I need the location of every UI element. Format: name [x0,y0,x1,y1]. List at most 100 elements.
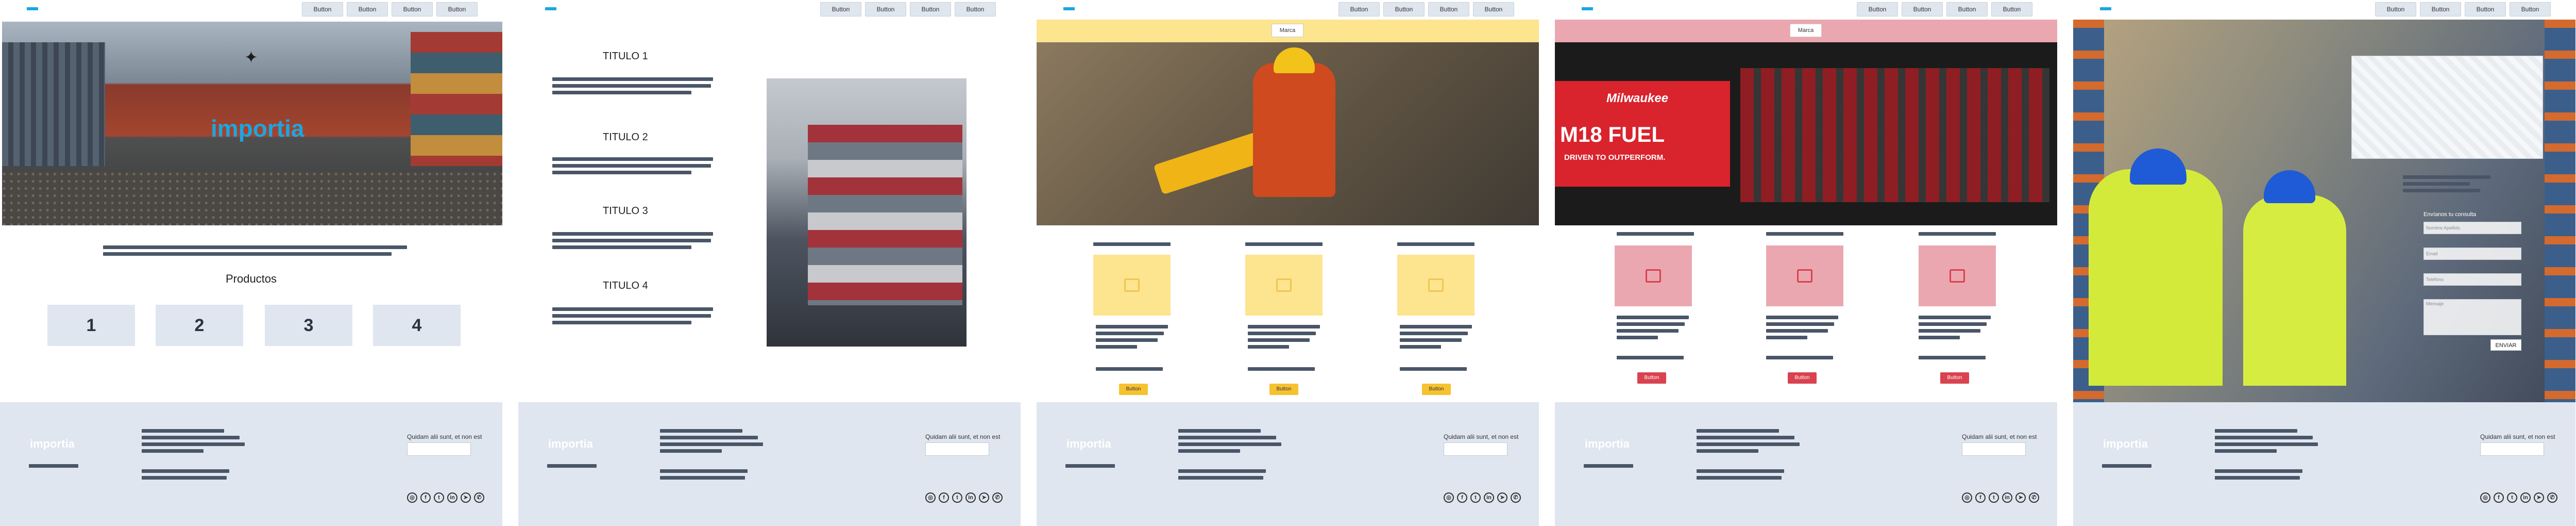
brand-button[interactable]: Marca [1272,24,1303,37]
telegram-icon[interactable]: ➤ [1497,492,1507,503]
product-image-2[interactable] [1766,245,1843,306]
whatsapp-icon[interactable]: ✆ [474,492,484,503]
linkedin-icon[interactable]: in [1484,492,1494,503]
footer-logo: importia [548,437,594,450]
linkedin-icon[interactable]: in [447,492,457,503]
product-card-1[interactable]: 1 [47,305,135,346]
linkedin-icon[interactable]: in [2520,492,2531,503]
product-price-3 [1400,367,1467,374]
nav-button-1[interactable]: Button [820,2,861,17]
nav-button-1[interactable]: Button [302,2,343,17]
product-image-3[interactable] [1919,245,1996,306]
map[interactable] [2351,56,2543,159]
product-title-1 [1617,232,1694,239]
product-button-3[interactable]: Button [1940,372,1969,384]
facebook-icon[interactable]: f [1457,492,1467,503]
product-price-1 [1617,356,1684,363]
twitter-icon[interactable]: t [952,492,962,503]
instagram-icon[interactable]: ◎ [407,492,417,503]
telegram-icon[interactable]: ➤ [2015,492,2026,503]
product-button-2[interactable]: Button [1788,372,1817,384]
footer: importia Quidam alii sunt, et non est ◎ f… [1037,402,1539,526]
contact-info [2403,175,2490,195]
nav-button-3[interactable]: Button [392,2,433,17]
send-button[interactable]: ENVIAR [2490,339,2521,351]
product-button-1[interactable]: Button [1637,372,1666,384]
facebook-icon[interactable]: f [1975,492,1986,503]
nav-button-1[interactable]: Button [2375,2,2416,17]
nav-button-2[interactable]: Button [1902,2,1943,17]
whatsapp-icon[interactable]: ✆ [2029,492,2039,503]
product-image-1[interactable] [1615,245,1692,306]
brand-button[interactable]: Marca [1790,24,1822,37]
subscribe-input[interactable] [1444,442,1507,456]
brand-band: Marca [1555,20,2057,42]
twitter-icon[interactable]: t [1470,492,1481,503]
facebook-icon[interactable]: f [420,492,431,503]
nav-button-1[interactable]: Button [1857,2,1898,17]
logo-icon[interactable] [2098,4,2113,14]
nav-button-4[interactable]: Button [1991,2,2032,17]
logo-icon[interactable] [1580,4,1595,14]
whatsapp-icon[interactable]: ✆ [2547,492,2557,503]
nav-button-3[interactable]: Button [1428,2,1469,17]
product-image-3[interactable] [1397,255,1475,316]
facebook-icon[interactable]: f [939,492,949,503]
subscribe-input[interactable] [2480,442,2544,456]
product-image-2[interactable] [1245,255,1323,316]
nav-button-2[interactable]: Button [2420,2,2461,17]
product-button-2[interactable]: Button [1269,384,1298,395]
telegram-icon[interactable]: ➤ [2534,492,2544,503]
whatsapp-icon[interactable]: ✆ [1511,492,1521,503]
product-card-3[interactable]: 3 [265,305,352,346]
footer-links [1178,429,1281,456]
twitter-icon[interactable]: t [2507,492,2517,503]
logo-icon[interactable] [25,4,40,14]
message-field[interactable]: Mensaje [2424,299,2521,335]
page-brand-yellow: Button Button Button Button Marca Button… [1037,0,1539,526]
nav-button-1[interactable]: Button [1338,2,1380,17]
tools-display [1740,68,2049,202]
product-button-3[interactable]: Button [1422,384,1451,395]
name-field[interactable]: Nombre Apellido [2424,222,2521,234]
linkedin-icon[interactable]: in [965,492,976,503]
instagram-icon[interactable]: ◎ [2480,492,2490,503]
subscribe-input[interactable] [925,442,989,456]
telegram-icon[interactable]: ➤ [979,492,989,503]
telegram-icon[interactable]: ➤ [461,492,471,503]
subscribe-input[interactable] [1962,442,2026,456]
subscribe-label: Quidam alii sunt, et non est [407,433,482,440]
product-image-1[interactable] [1093,255,1171,316]
form-title: Envíanos tu consulta [2424,211,2477,218]
instagram-icon[interactable]: ◎ [925,492,936,503]
subscribe-input[interactable] [407,442,471,456]
email-field[interactable]: Email [2424,248,2521,260]
product-card-2[interactable]: 2 [156,305,243,346]
nav-button-4[interactable]: Button [955,2,996,17]
linkedin-icon[interactable]: in [2002,492,2012,503]
whatsapp-icon[interactable]: ✆ [992,492,1003,503]
twitter-icon[interactable]: t [434,492,444,503]
top-navbar: Button Button Button Button [1037,0,1539,20]
footer-text [547,464,597,471]
nav-button-3[interactable]: Button [2465,2,2506,17]
instagram-icon[interactable]: ◎ [1962,492,1972,503]
nav-button-4[interactable]: Button [2510,2,2551,17]
logo-icon[interactable] [1061,4,1077,14]
instagram-icon[interactable]: ◎ [1444,492,1454,503]
nav-button-2[interactable]: Button [347,2,388,17]
product-card-4[interactable]: 4 [373,305,461,346]
nav-button-2[interactable]: Button [1383,2,1425,17]
facebook-icon[interactable]: f [2494,492,2504,503]
nav-button-4[interactable]: Button [1473,2,1514,17]
nav-button-2[interactable]: Button [865,2,906,17]
nav-button-4[interactable]: Button [436,2,478,17]
brand-name: Milwaukee [1606,91,1669,105]
product-title-1 [1093,242,1171,249]
twitter-icon[interactable]: t [1989,492,1999,503]
nav-button-3[interactable]: Button [1946,2,1988,17]
product-button-1[interactable]: Button [1119,384,1148,395]
logo-icon[interactable] [543,4,558,14]
phone-field[interactable]: Teléfono [2424,273,2521,286]
nav-button-3[interactable]: Button [910,2,951,17]
